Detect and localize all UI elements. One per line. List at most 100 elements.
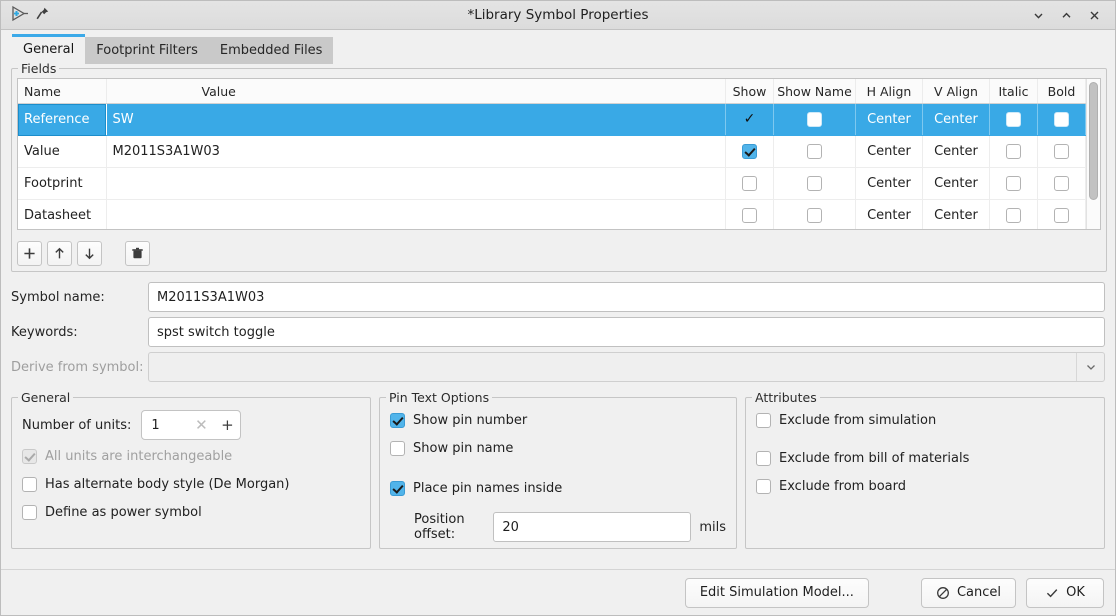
number-of-units-stepper[interactable]: 1 ✕ + xyxy=(141,410,242,440)
scrollbar-thumb[interactable] xyxy=(1089,82,1098,200)
chevron-down-icon[interactable] xyxy=(1076,353,1104,381)
cell-h-align[interactable]: Center xyxy=(855,103,923,136)
checkbox[interactable] xyxy=(1054,112,1069,127)
checkbox[interactable] xyxy=(1006,144,1021,159)
cell-bold[interactable] xyxy=(1037,135,1086,168)
column-header-bold[interactable]: Bold xyxy=(1037,79,1086,104)
cell-show-name[interactable] xyxy=(773,103,856,136)
cell-show-name[interactable] xyxy=(773,199,856,229)
checkbox[interactable] xyxy=(1006,176,1021,191)
checkbox[interactable] xyxy=(742,208,757,223)
decrement-units-button[interactable]: ✕ xyxy=(188,417,214,433)
table-row[interactable]: Datasheet Center Center xyxy=(18,199,1086,229)
cell-show[interactable] xyxy=(725,135,774,168)
cell-show[interactable] xyxy=(725,167,774,200)
number-of-units-value[interactable]: 1 xyxy=(142,418,188,433)
exclude-from-simulation-checkbox[interactable] xyxy=(756,412,771,428)
table-row[interactable]: Reference SW ✓ Center Center xyxy=(18,103,1086,136)
show-pin-number-checkbox[interactable] xyxy=(390,412,405,428)
cell-italic[interactable] xyxy=(989,199,1038,229)
cell-italic[interactable] xyxy=(989,167,1038,200)
exclude-from-bom-row[interactable]: Exclude from bill of materials xyxy=(756,444,1094,472)
exclude-from-simulation-row[interactable]: Exclude from simulation xyxy=(756,406,1094,434)
exclude-from-board-row[interactable]: Exclude from board xyxy=(756,472,1094,500)
cell-show-name[interactable] xyxy=(773,167,856,200)
close-icon[interactable] xyxy=(1087,8,1102,23)
move-field-down-button[interactable] xyxy=(77,240,102,266)
cell-h-align[interactable]: Center xyxy=(855,199,923,229)
cell-v-align[interactable]: Center xyxy=(922,199,990,229)
column-header-h-align[interactable]: H Align xyxy=(855,79,923,104)
column-header-value[interactable]: Value xyxy=(106,79,726,104)
column-header-italic[interactable]: Italic xyxy=(989,79,1038,104)
move-field-up-button[interactable] xyxy=(47,240,72,266)
cell-italic[interactable] xyxy=(989,103,1038,136)
cell-value[interactable] xyxy=(106,199,726,229)
tab-general[interactable]: General xyxy=(12,34,86,64)
cell-name[interactable]: Datasheet xyxy=(18,199,107,229)
column-header-show-name[interactable]: Show Name xyxy=(773,79,856,104)
tab-embedded-files[interactable]: Embedded Files xyxy=(208,37,334,64)
minimize-icon[interactable] xyxy=(1031,8,1046,23)
pin-icon[interactable] xyxy=(35,6,50,25)
delete-field-button[interactable] xyxy=(125,240,150,266)
checkbox[interactable] xyxy=(807,112,822,127)
cell-italic[interactable] xyxy=(989,135,1038,168)
de-morgan-checkbox[interactable] xyxy=(22,476,37,492)
checkbox[interactable] xyxy=(742,176,757,191)
cell-name[interactable]: Footprint xyxy=(18,167,107,200)
show-pin-name-row[interactable]: Show pin name xyxy=(390,434,726,462)
cell-value[interactable] xyxy=(106,167,726,200)
table-row[interactable]: Footprint Center Center xyxy=(18,167,1086,200)
checkbox[interactable] xyxy=(1006,208,1021,223)
checkbox[interactable] xyxy=(1054,144,1069,159)
place-pin-names-inside-checkbox[interactable] xyxy=(390,480,405,496)
column-header-name[interactable]: Name xyxy=(18,79,107,104)
checkbox[interactable] xyxy=(807,144,822,159)
keywords-input[interactable]: spst switch toggle xyxy=(148,317,1105,347)
cell-h-align[interactable]: Center xyxy=(855,135,923,168)
cell-bold[interactable] xyxy=(1037,199,1086,229)
edit-simulation-model-button[interactable]: Edit Simulation Model... xyxy=(684,577,869,608)
tab-footprint-filters[interactable]: Footprint Filters xyxy=(85,37,209,64)
place-pin-names-inside-row[interactable]: Place pin names inside xyxy=(390,474,726,502)
derive-from-symbol-combobox[interactable] xyxy=(148,352,1105,382)
checkbox[interactable] xyxy=(1054,208,1069,223)
cell-h-align[interactable]: Center xyxy=(855,167,923,200)
show-pin-number-row[interactable]: Show pin number xyxy=(390,406,726,434)
checkbox[interactable] xyxy=(807,208,822,223)
symbol-name-input[interactable]: M2011S3A1W03 xyxy=(148,282,1105,312)
checkbox[interactable] xyxy=(742,144,757,159)
cell-name[interactable]: Reference xyxy=(18,103,107,136)
cell-name[interactable]: Value xyxy=(18,135,107,168)
cancel-button[interactable]: Cancel xyxy=(920,577,1016,608)
cell-value[interactable]: SW xyxy=(106,103,726,136)
cell-bold[interactable] xyxy=(1037,167,1086,200)
increment-units-button[interactable]: + xyxy=(214,417,240,433)
cell-v-align[interactable]: Center xyxy=(922,135,990,168)
position-offset-input[interactable]: 20 xyxy=(493,512,692,542)
exclude-from-board-checkbox[interactable] xyxy=(756,478,771,494)
column-header-show[interactable]: Show xyxy=(725,79,774,104)
column-header-v-align[interactable]: V Align xyxy=(922,79,990,104)
cell-value[interactable]: M2011S3A1W03 xyxy=(106,135,726,168)
show-pin-name-checkbox[interactable] xyxy=(390,440,405,456)
cell-show[interactable] xyxy=(725,199,774,229)
checkbox[interactable] xyxy=(1006,112,1021,127)
de-morgan-row[interactable]: Has alternate body style (De Morgan) xyxy=(22,470,360,498)
cell-show[interactable]: ✓ xyxy=(725,103,774,136)
exclude-from-bom-checkbox[interactable] xyxy=(756,450,771,466)
cell-bold[interactable] xyxy=(1037,103,1086,136)
power-symbol-checkbox[interactable] xyxy=(22,504,37,520)
cell-v-align[interactable]: Center xyxy=(922,103,990,136)
add-field-button[interactable] xyxy=(17,240,42,266)
power-symbol-row[interactable]: Define as power symbol xyxy=(22,498,360,526)
table-row[interactable]: Value M2011S3A1W03 Center Center xyxy=(18,135,1086,168)
checkbox[interactable] xyxy=(807,176,822,191)
ok-button[interactable]: OK xyxy=(1026,577,1104,608)
cell-show-name[interactable] xyxy=(773,135,856,168)
cell-v-align[interactable]: Center xyxy=(922,167,990,200)
maximize-icon[interactable] xyxy=(1059,8,1074,23)
checkbox[interactable] xyxy=(1054,176,1069,191)
fields-table-scrollbar[interactable] xyxy=(1086,79,1100,229)
